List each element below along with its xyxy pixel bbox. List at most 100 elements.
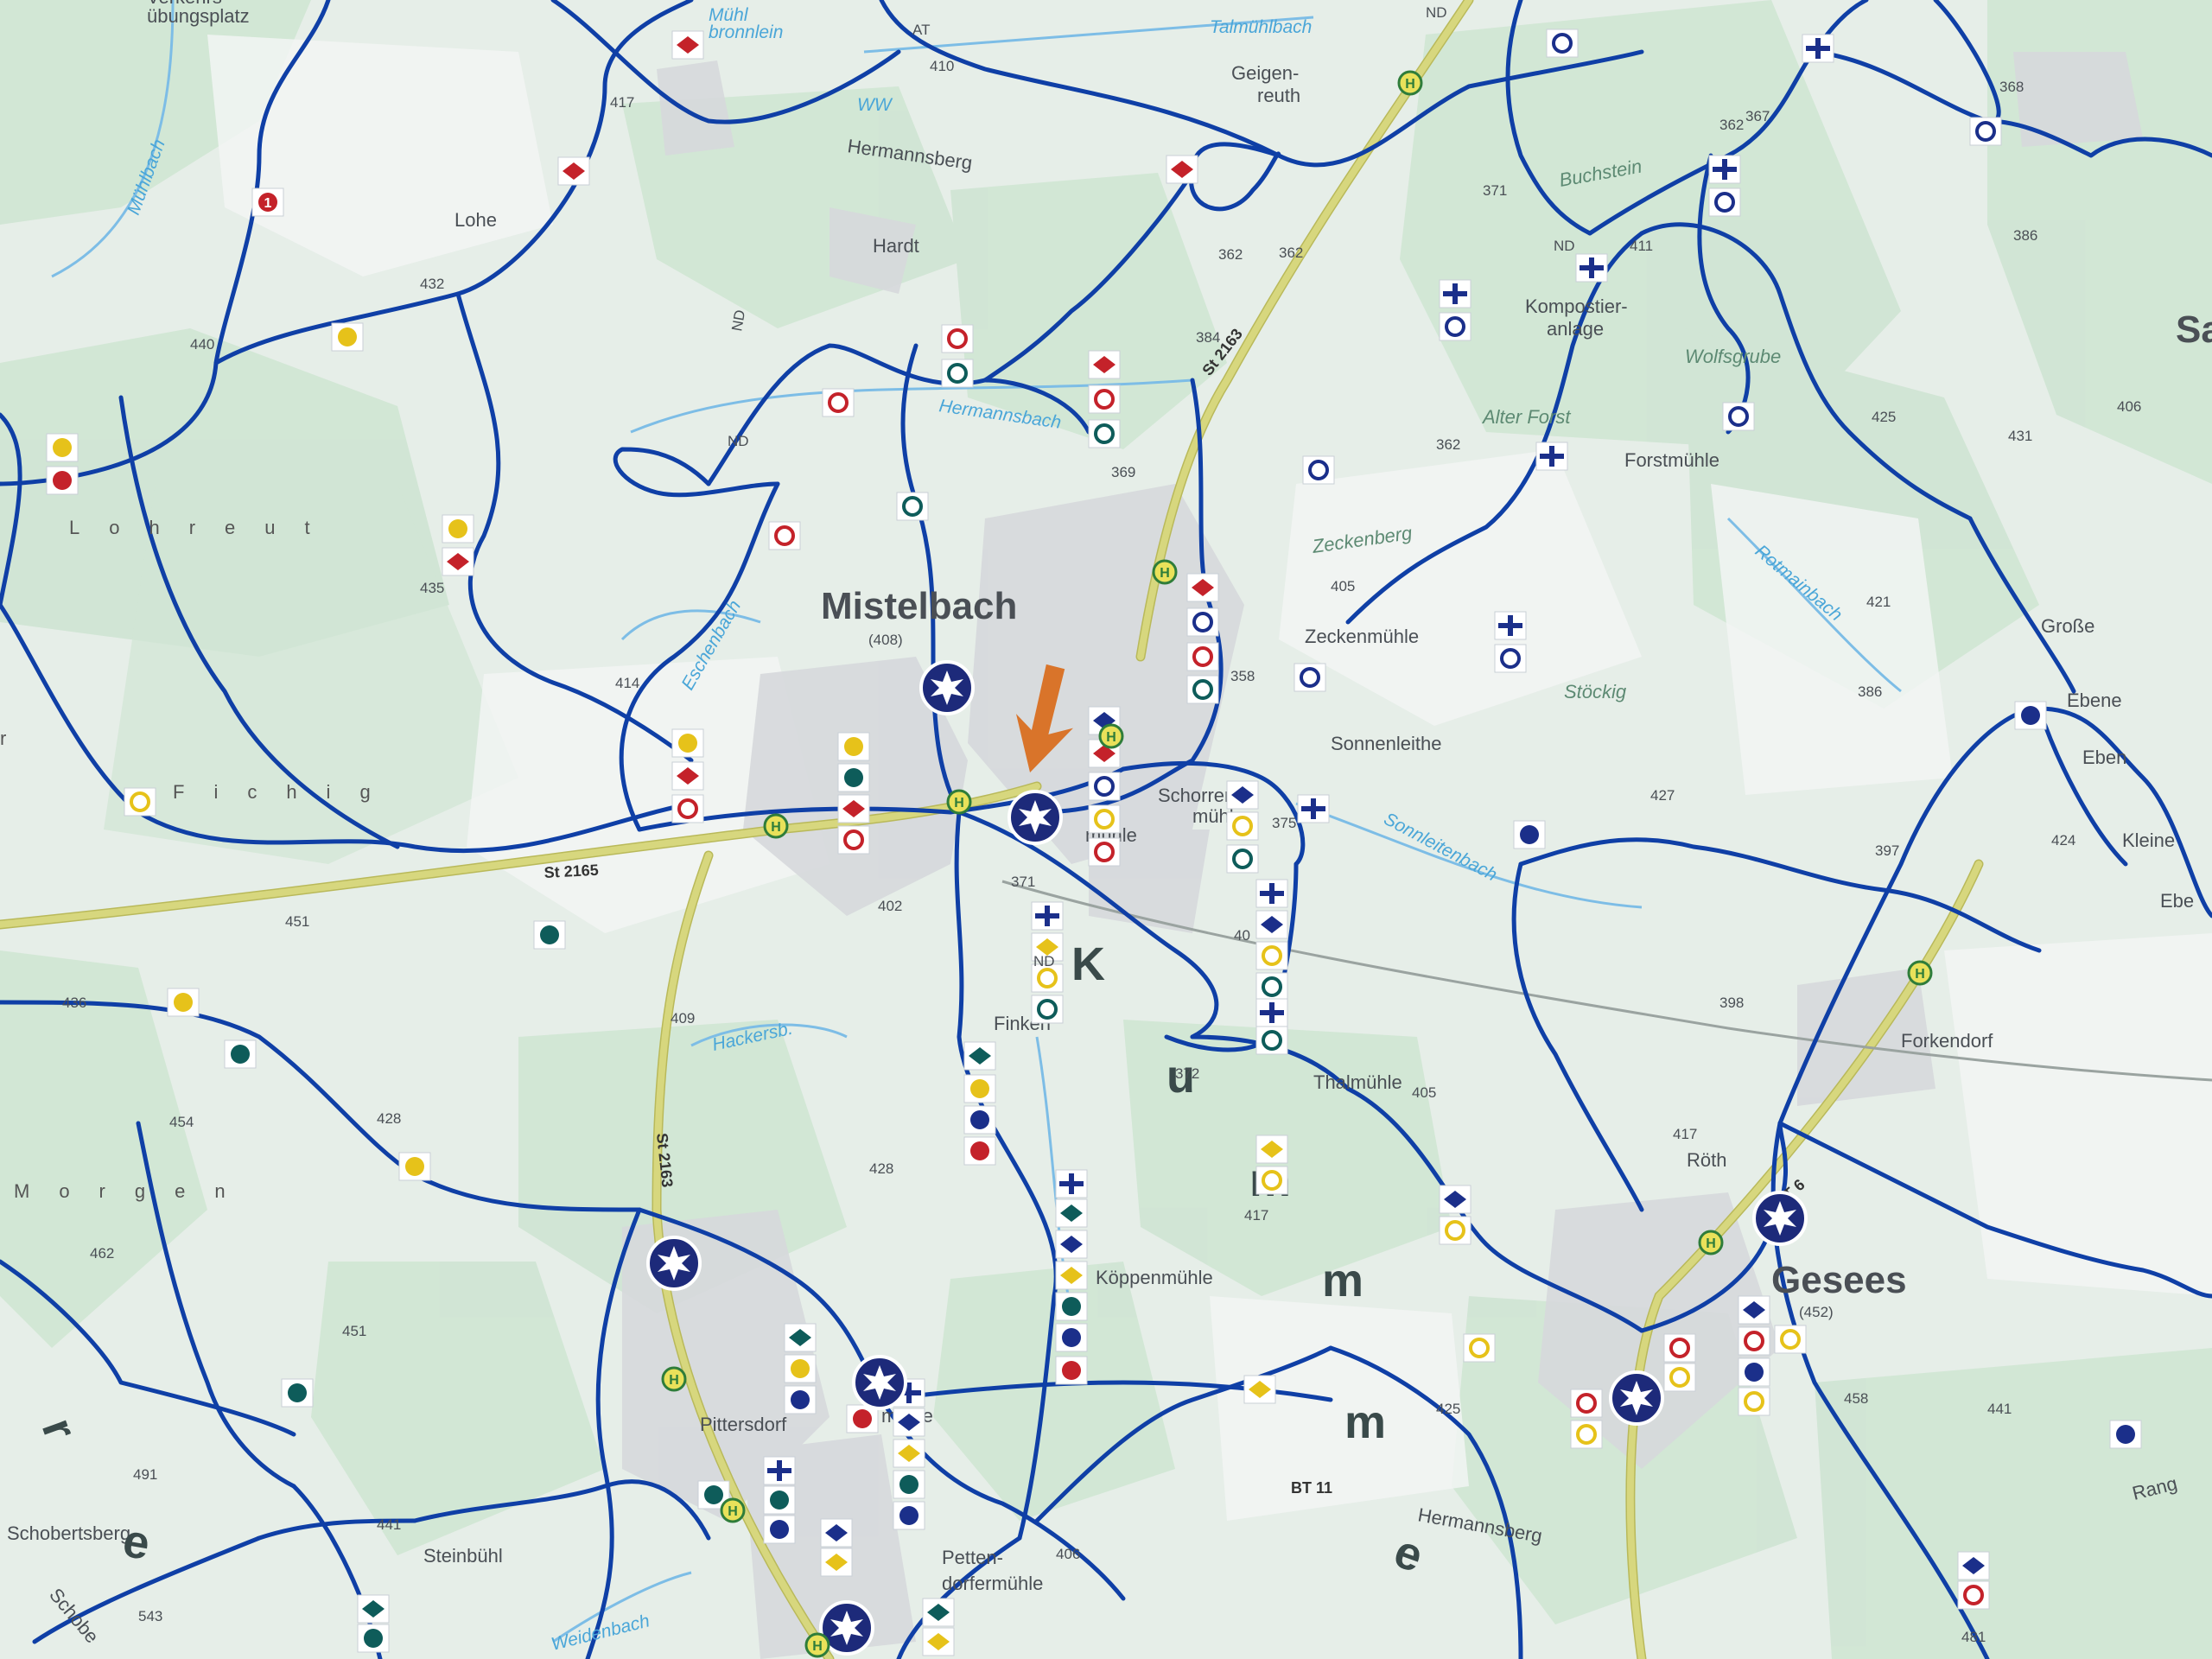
town-label-geigenreuth-1: Geigen- bbox=[1231, 62, 1299, 84]
elevation-label: 440 bbox=[190, 336, 214, 353]
trail-marker bbox=[1055, 1323, 1088, 1352]
elevation-label: 454 bbox=[169, 1114, 194, 1130]
trail-marker bbox=[1738, 1357, 1770, 1387]
elevation-label: 402 bbox=[878, 898, 902, 914]
trail-marker bbox=[1087, 804, 1122, 835]
trail-marker bbox=[671, 793, 705, 824]
trail-marker bbox=[1494, 611, 1527, 640]
trail-marker bbox=[1243, 1375, 1276, 1404]
elevation-label: 397 bbox=[1875, 842, 1899, 859]
elevation-label: 417 bbox=[1244, 1207, 1268, 1224]
trail-marker bbox=[763, 1515, 796, 1544]
trail-map: Mistelbach (408) Gesees (452) Pittersdor… bbox=[0, 0, 2212, 1659]
code-label-nd: ND bbox=[1033, 953, 1055, 969]
elevation-label: 435 bbox=[420, 580, 444, 596]
elevation-label: 358 bbox=[1230, 668, 1255, 684]
trail-marker bbox=[1738, 1295, 1770, 1325]
elevation-label: 425 bbox=[1872, 409, 1896, 425]
trail-marker bbox=[1255, 998, 1288, 1027]
town-label-grosse: Große bbox=[2041, 615, 2094, 637]
bus-stop-icon bbox=[804, 1632, 830, 1658]
elevation-label: 458 bbox=[1844, 1390, 1868, 1407]
town-label-roth: Röth bbox=[1687, 1149, 1726, 1171]
bus-stop-icon bbox=[946, 789, 972, 815]
town-label-pettendorfermuhle-2: dorfermühle bbox=[942, 1573, 1043, 1594]
code-label-at: AT bbox=[912, 22, 930, 38]
trail-marker bbox=[1493, 643, 1528, 674]
trail-marker bbox=[557, 156, 590, 186]
town-label-kompostier-2: anlage bbox=[1547, 318, 1604, 340]
trail-marker bbox=[767, 520, 802, 551]
town-label-kompostier-1: Kompostier- bbox=[1525, 296, 1628, 317]
elevation-label: 362 bbox=[1279, 245, 1303, 261]
trail-marker bbox=[1569, 1419, 1604, 1450]
trail-marker bbox=[1297, 794, 1330, 823]
trail-marker bbox=[837, 732, 870, 761]
junction-star-icon[interactable] bbox=[1007, 790, 1063, 845]
trail-marker bbox=[963, 1074, 996, 1103]
trail-marker bbox=[1055, 1230, 1088, 1259]
trail-marker bbox=[1087, 384, 1122, 415]
spaced-label-lohreut: Lohreut bbox=[69, 517, 340, 538]
trail-marker bbox=[821, 387, 855, 418]
junction-star-icon[interactable] bbox=[852, 1355, 907, 1410]
trail-marker bbox=[1186, 573, 1219, 602]
junction-star-icon[interactable] bbox=[646, 1236, 702, 1291]
trail-marker bbox=[1439, 1185, 1471, 1214]
road-label-st2165: St 2165 bbox=[543, 861, 599, 881]
elevation-label: 462 bbox=[90, 1245, 114, 1262]
trail-marker bbox=[1255, 940, 1289, 971]
trail-marker bbox=[1707, 187, 1742, 218]
trail-marker bbox=[123, 786, 157, 817]
trail-marker bbox=[1773, 1324, 1808, 1355]
trail-marker bbox=[1569, 1388, 1604, 1419]
elevation-label: 368 bbox=[1999, 79, 2024, 95]
trail-marker bbox=[963, 1105, 996, 1135]
junction-star-icon[interactable] bbox=[919, 660, 975, 715]
trail-marker bbox=[837, 763, 870, 792]
trail-marker bbox=[442, 514, 474, 543]
town-label-eben: Eben bbox=[2082, 747, 2126, 768]
trail-marker bbox=[820, 1518, 853, 1548]
water-label-bronnlein: bronnlein bbox=[709, 22, 783, 42]
trail-marker bbox=[46, 433, 79, 462]
trail-marker bbox=[1185, 641, 1220, 672]
town-label-sa: Sa bbox=[2176, 308, 2212, 351]
trail-marker bbox=[357, 1624, 390, 1653]
trail-marker bbox=[1166, 155, 1198, 184]
trail-marker bbox=[1957, 1551, 1990, 1580]
trail-marker bbox=[281, 1378, 314, 1408]
trail-marker bbox=[1721, 401, 1756, 432]
trail-marker bbox=[1031, 901, 1064, 931]
trail-marker bbox=[442, 547, 474, 576]
elevation-label: 425 bbox=[1436, 1401, 1460, 1417]
elevation-label: 372 bbox=[1175, 1065, 1199, 1082]
junction-star-icon[interactable] bbox=[1609, 1370, 1664, 1426]
elevation-label: 371 bbox=[1483, 182, 1507, 199]
elevation-label: 481 bbox=[1961, 1629, 1986, 1645]
trail-marker bbox=[1737, 1386, 1771, 1417]
elevation-label: 369 bbox=[1111, 464, 1135, 480]
trail-marker bbox=[1439, 279, 1471, 308]
trail-marker bbox=[784, 1385, 817, 1414]
elevation-label: 362 bbox=[1719, 117, 1744, 133]
park-letter-m2: m bbox=[1322, 1255, 1363, 1306]
code-label-ww: WW bbox=[857, 95, 893, 115]
elevation-label: 441 bbox=[1987, 1401, 2012, 1417]
trail-marker bbox=[671, 728, 704, 758]
trail-marker bbox=[1225, 810, 1260, 842]
trail-marker bbox=[331, 322, 364, 352]
town-label-zeckenmuhle: Zeckenmühle bbox=[1305, 626, 1419, 647]
elevation-label: 543 bbox=[138, 1608, 162, 1624]
trail-marker bbox=[763, 1485, 796, 1515]
code-label-nd: ND bbox=[1426, 4, 1447, 21]
junction-star-icon[interactable] bbox=[1752, 1191, 1808, 1246]
elevation-label: 362 bbox=[1436, 436, 1460, 453]
trail-marker bbox=[1087, 836, 1122, 868]
town-label-ebene: Ebene bbox=[2067, 690, 2122, 711]
trail-marker bbox=[1708, 155, 1741, 184]
town-label-sonnenleithe: Sonnenleithe bbox=[1331, 733, 1441, 754]
trail-marker bbox=[1662, 1332, 1697, 1363]
trail-marker bbox=[963, 1041, 996, 1071]
elevation-label: 406 bbox=[1056, 1546, 1080, 1562]
